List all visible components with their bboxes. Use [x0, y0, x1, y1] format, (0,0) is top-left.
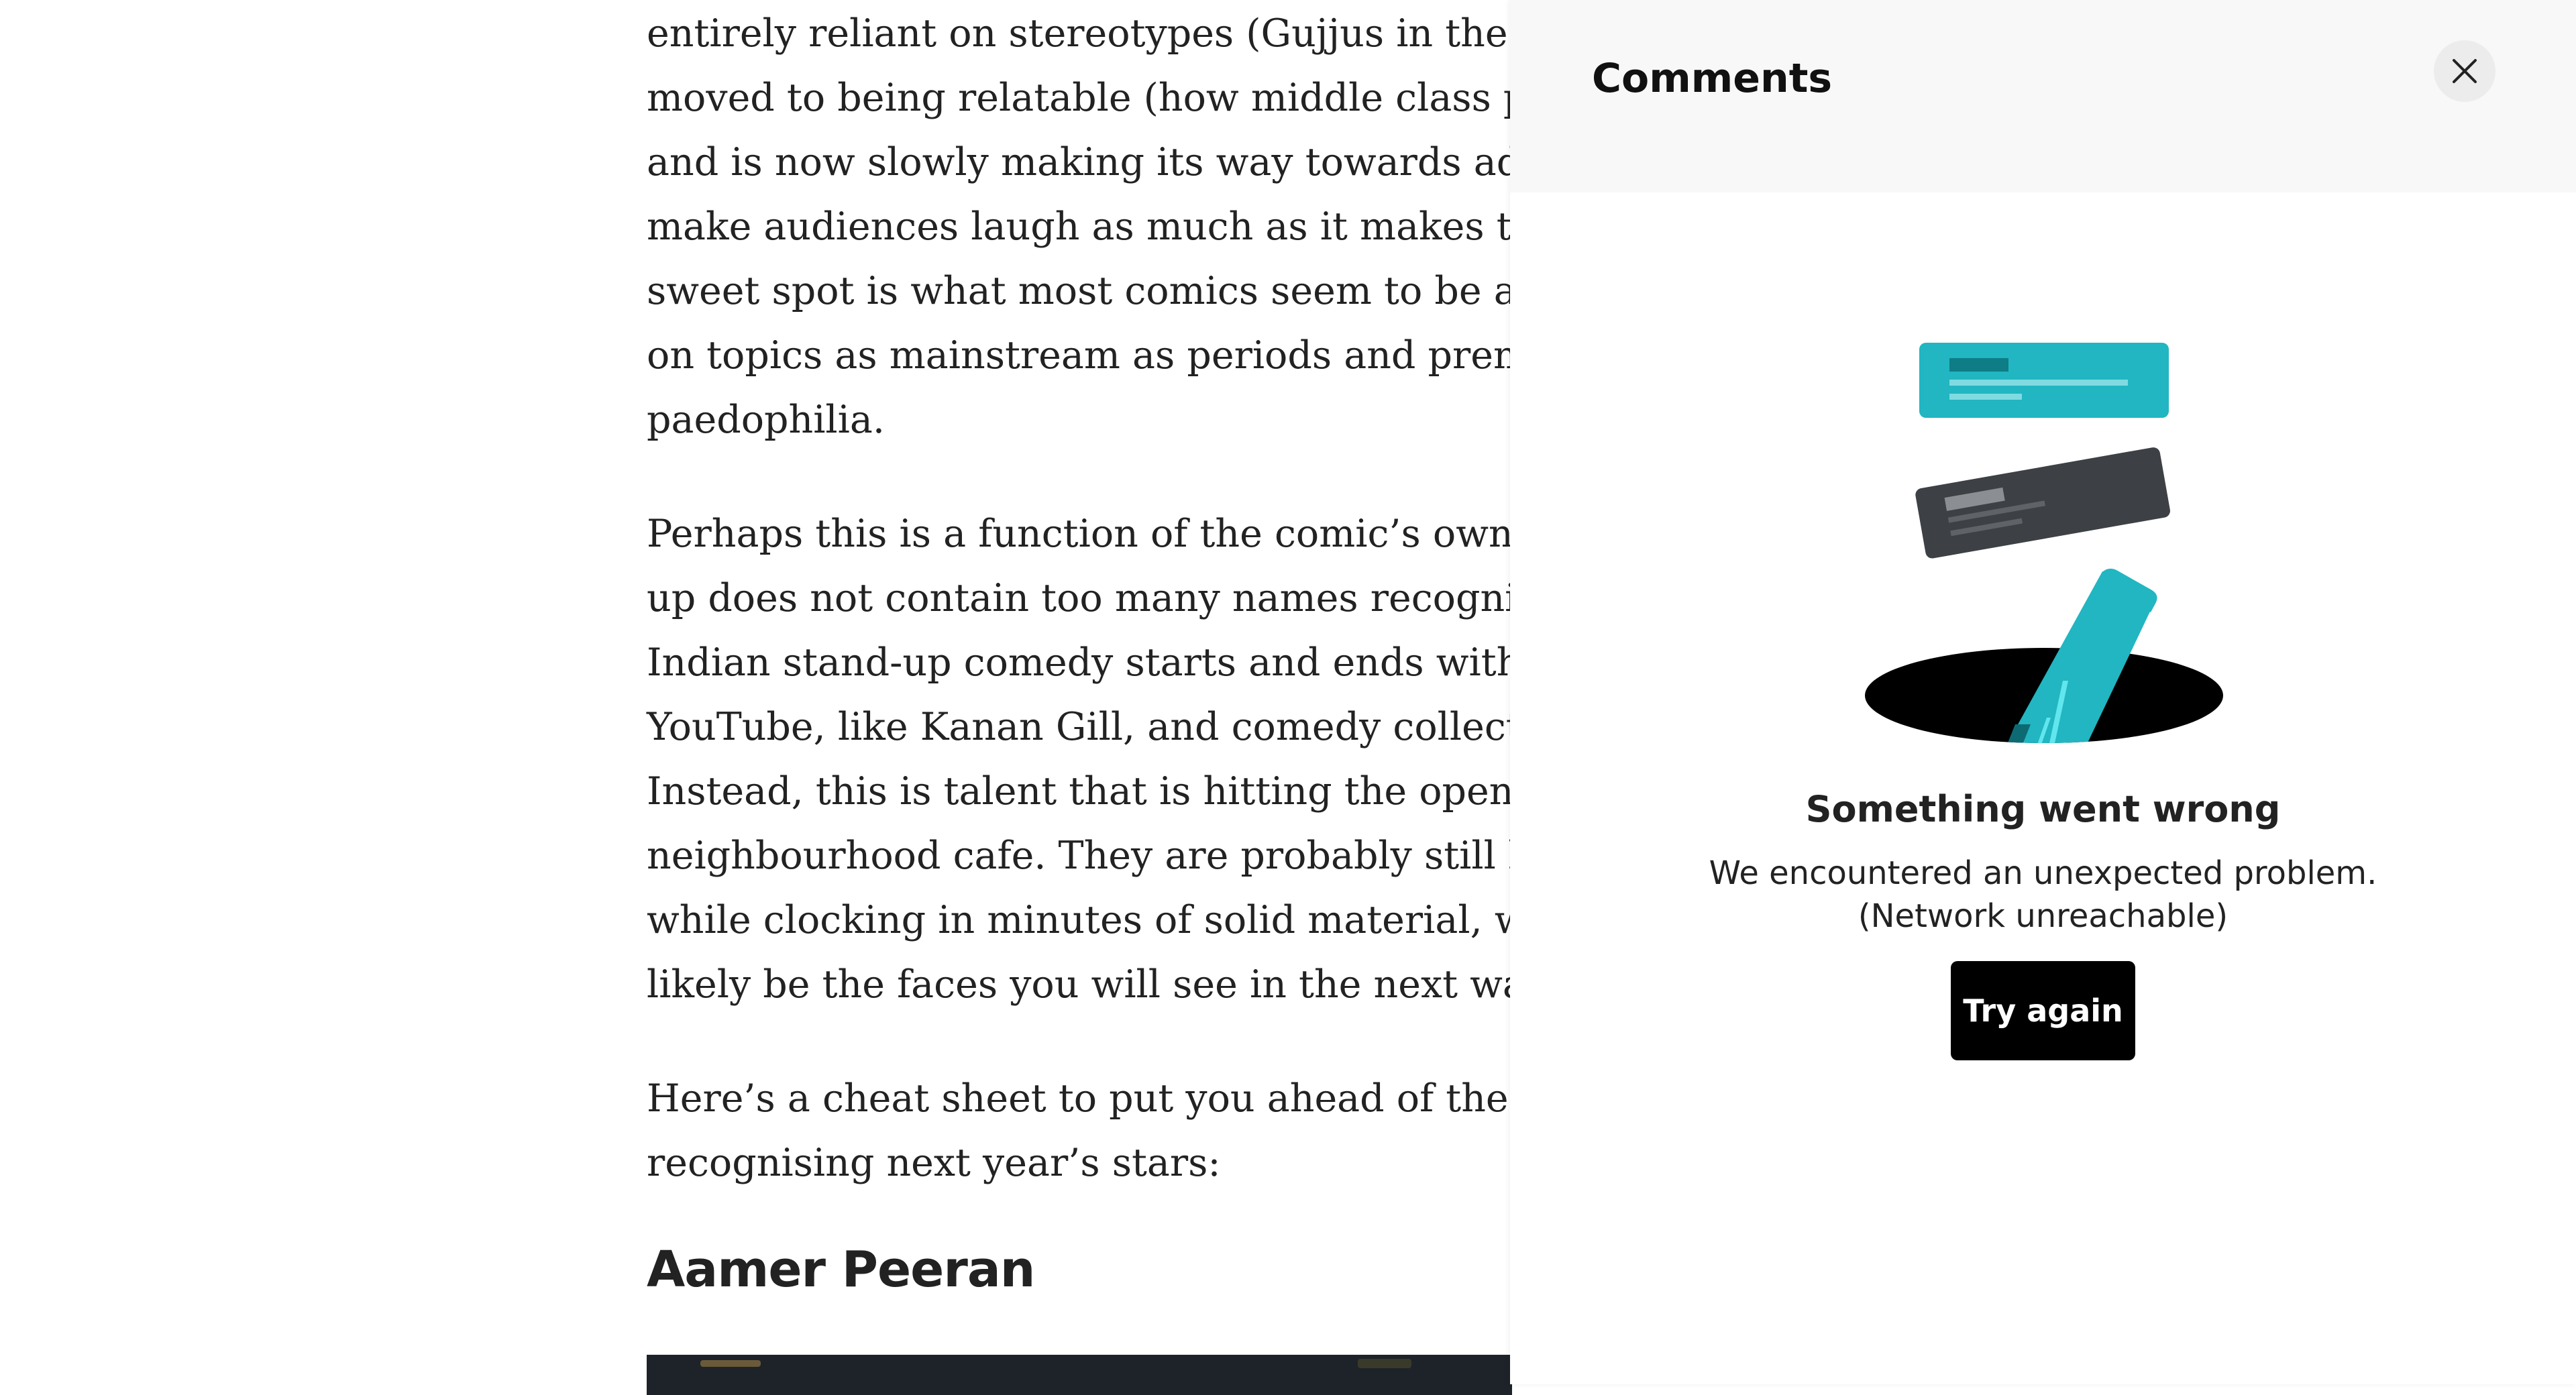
- article-heading: Aamer Peeran: [647, 1241, 1035, 1298]
- article-line: Instead, this is talent that is hitting …: [647, 769, 1642, 814]
- article-line: while clocking in minutes of solid mater…: [647, 898, 1631, 942]
- article-line: on topics as mainstream as periods and p…: [647, 333, 1621, 378]
- article-paragraph-2: Perhaps this is a function of the comic’…: [647, 502, 1642, 1017]
- article-line: likely be the faces you will see in the …: [647, 962, 1619, 1007]
- article-line: paedophilia.: [647, 398, 885, 442]
- article-line: sweet spot is what most comics seem to b…: [647, 269, 1627, 313]
- try-again-button[interactable]: Try again: [1951, 961, 2135, 1060]
- comments-panel: Comments Something went wrong We encount…: [1510, 0, 2576, 1384]
- article-paragraph-1: entirely reliant on stereotypes (Gujjus …: [647, 1, 1634, 452]
- error-message-line: We encountered an unexpected problem.: [1709, 854, 2377, 892]
- article-line: neighbourhood cafe. They are probably st…: [647, 834, 1629, 878]
- article-line: recognising next year’s stars:: [647, 1141, 1221, 1185]
- error-message: We encountered an unexpected problem. (N…: [1510, 852, 2576, 938]
- comments-falling-into-hole-illustration: [1865, 343, 2223, 743]
- article-line: moved to being relatable (how middle cla…: [647, 76, 1633, 120]
- article-line: Perhaps this is a function of the comic’…: [647, 512, 1634, 556]
- error-title: Something went wrong: [1805, 788, 2281, 830]
- article-line: and is now slowly making its way towards…: [647, 140, 1626, 184]
- article-line: make audiences laugh as much as it makes…: [647, 205, 1632, 249]
- article-paragraph-3: Here’s a cheat sheet to put you ahead of…: [647, 1066, 1629, 1195]
- error-message-line: (Network unreachable): [1858, 897, 2229, 935]
- article-line: up does not contain too many names recog…: [647, 576, 1619, 620]
- article-image: [647, 1355, 1512, 1395]
- article-line: entirely reliant on stereotypes (Gujjus …: [647, 11, 1635, 56]
- article-line: Indian stand-up comedy starts and ends w…: [647, 640, 1629, 685]
- article-line: YouTube, like Kanan Gill, and comedy col…: [647, 705, 1634, 749]
- article-line: Here’s a cheat sheet to put you ahead of…: [647, 1076, 1629, 1121]
